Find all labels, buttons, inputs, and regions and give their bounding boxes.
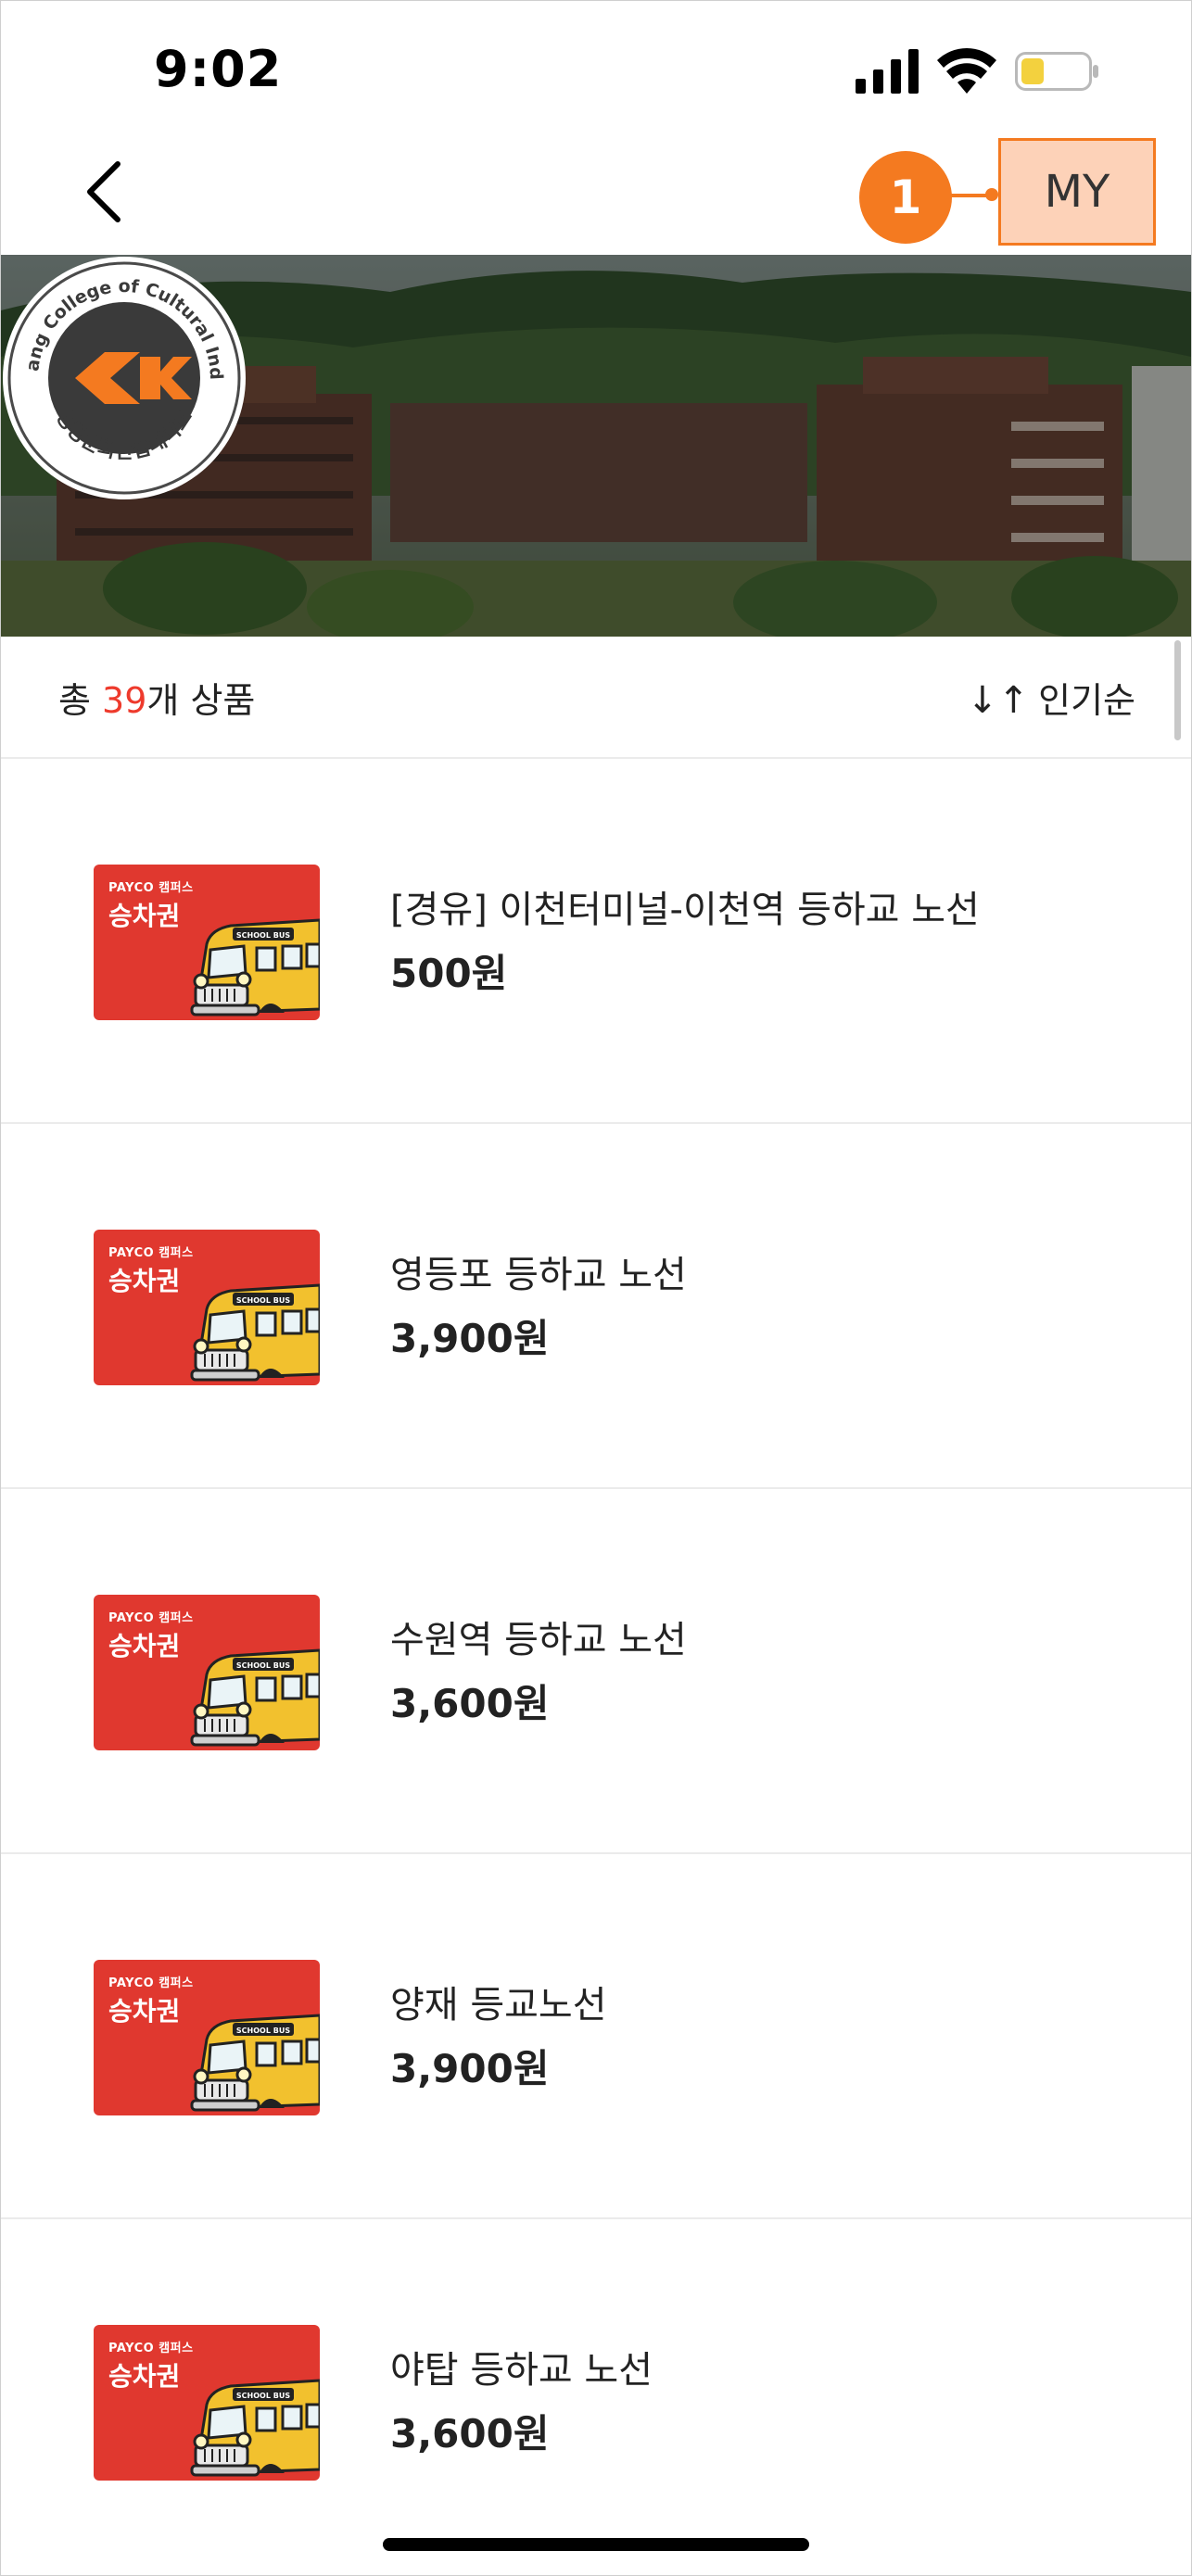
sort-button[interactable]: ↓↑ 인기순 — [967, 672, 1135, 723]
sort-arrows-icon: ↓↑ — [967, 679, 1030, 722]
total-suffix: 개 상품 — [146, 680, 256, 721]
ticket-thumbnail: PAYCO 캠퍼스 승차권 — [94, 865, 320, 1020]
product-item[interactable]: PAYCO 캠퍼스 승차권 야탑 등하교 노선 3,600원 — [1, 2219, 1191, 2575]
product-item[interactable]: PAYCO 캠퍼스 승차권 수원역 등하교 노선 3,600원 — [1, 1489, 1191, 1854]
total-count-number: 39 — [102, 680, 147, 721]
ticket-brand: PAYCO 캠퍼스 — [108, 2342, 194, 2355]
campus-banner: ChungKang College of Cultural Industries… — [1, 255, 1191, 637]
school-bus-icon — [188, 916, 320, 1020]
cellular-signal-icon — [856, 49, 919, 94]
back-icon[interactable] — [81, 158, 127, 225]
my-button[interactable]: MY — [998, 138, 1156, 246]
product-price: 500원 — [390, 951, 508, 996]
product-list: PAYCO 캠퍼스 승차권 [경유] 이천터미널-이천역 등하교 노선 500원… — [1, 759, 1191, 2575]
product-name: 영등포 등하교 노선 — [390, 1254, 687, 1296]
school-bus-icon — [188, 2012, 320, 2115]
wifi-icon — [937, 48, 996, 94]
battery-icon — [1015, 52, 1098, 91]
total-prefix: 총 — [58, 680, 103, 721]
home-indicator — [383, 2538, 809, 2551]
nav-bar: 1 MY — [1, 131, 1191, 255]
ticket-thumbnail: PAYCO 캠퍼스 승차권 — [94, 1230, 320, 1385]
ticket-title: 승차권 — [108, 1996, 181, 2027]
product-price: 3,900원 — [390, 2046, 550, 2091]
product-item[interactable]: PAYCO 캠퍼스 승차권 [경유] 이천터미널-이천역 등하교 노선 500원 — [1, 759, 1191, 1124]
product-name: [경유] 이천터미널-이천역 등하교 노선 — [390, 889, 980, 931]
ticket-thumbnail: PAYCO 캠퍼스 승차권 — [94, 1960, 320, 2115]
callout-number-badge: 1 — [859, 151, 952, 244]
ticket-thumbnail: PAYCO 캠퍼스 승차권 — [94, 2325, 320, 2481]
ticket-thumbnail: PAYCO 캠퍼스 승차권 — [94, 1595, 320, 1750]
ticket-brand: PAYCO 캠퍼스 — [108, 1611, 194, 1625]
product-name: 수원역 등하교 노선 — [390, 1619, 687, 1661]
school-bus-icon — [188, 1282, 320, 1385]
scrollbar[interactable] — [1174, 640, 1181, 740]
product-name: 양재 등교노선 — [390, 1984, 607, 2027]
ticket-title: 승차권 — [108, 901, 181, 931]
ticket-brand: PAYCO 캠퍼스 — [108, 1976, 194, 1990]
product-price: 3,900원 — [390, 1316, 550, 1361]
sort-label: 인기순 — [1038, 680, 1135, 721]
callout-dot — [985, 188, 998, 201]
product-item[interactable]: PAYCO 캠퍼스 승차권 영등포 등하교 노선 3,900원 — [1, 1124, 1191, 1489]
ticket-brand: PAYCO 캠퍼스 — [108, 881, 194, 895]
product-price: 3,600원 — [390, 1681, 550, 1726]
app-screen: 9:02 1 MY ang College of Cultural Ind 청강… — [0, 0, 1192, 2576]
college-logo: ChungKang College of Cultural Industries… — [1, 255, 246, 499]
school-bus-icon — [188, 1647, 320, 1750]
status-bar: 9:02 — [1, 1, 1191, 131]
school-bus-icon — [188, 2377, 320, 2481]
ticket-title: 승차권 — [108, 1631, 181, 1661]
status-time: 9:02 — [154, 40, 283, 98]
list-header: 총 39개 상품 ↓↑ 인기순 — [1, 637, 1191, 759]
product-price: 3,600원 — [390, 2411, 550, 2456]
ticket-title: 승차권 — [108, 1266, 181, 1296]
ticket-title: 승차권 — [108, 2361, 181, 2392]
product-name: 야탑 등하교 노선 — [390, 2349, 653, 2392]
product-item[interactable]: PAYCO 캠퍼스 승차권 양재 등교노선 3,900원 — [1, 1854, 1191, 2219]
ticket-brand: PAYCO 캠퍼스 — [108, 1246, 194, 1260]
total-count: 총 39개 상품 — [58, 672, 255, 723]
